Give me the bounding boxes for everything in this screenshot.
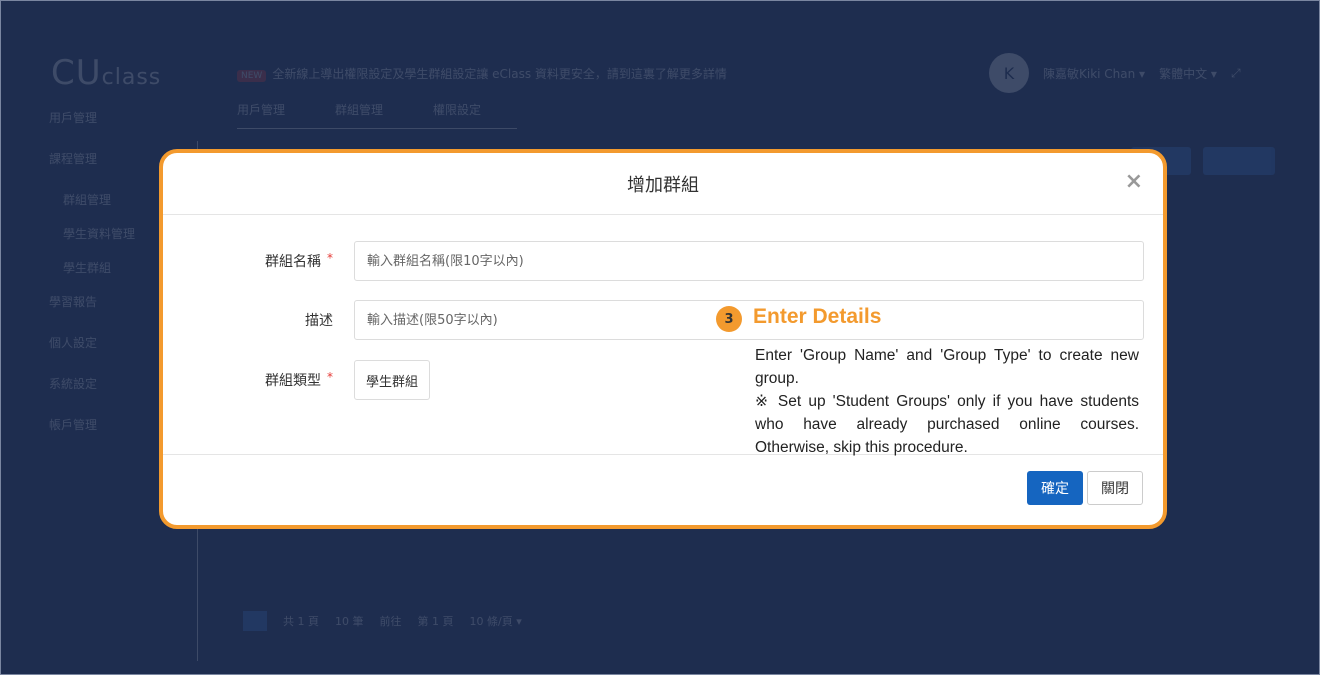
user-menu: K 陳嘉敏Kiki Chan ▾ 繁體中文 ▾ ⤢ [989,53,1241,93]
bg-sidebar-item: 系統設定 [49,377,98,391]
bg-sidebar-item: 學生群組 [63,261,112,275]
close-button[interactable]: 關閉 [1087,471,1143,505]
bg-sidebar-item: 用戶管理 [49,111,98,125]
modal-footer: 確定 關閉 [163,454,1163,525]
annotation-line: Enter 'Group Name' and 'Group Type' to c… [755,347,1139,387]
group-type-label: 群組類型 * [265,370,333,389]
bg-sidebar-item: 帳戶管理 [49,418,98,432]
bg-sidebar-item: 個人設定 [49,336,98,350]
add-group-modal: 增加群組 × 群組名稱* 描述 群組類型* 學生群組 確定 關閉 [159,149,1167,529]
required-mark: * [327,370,333,384]
new-badge: NEW [237,70,267,82]
description-input[interactable] [354,300,1144,340]
group-name-label: 群組名稱 * [265,251,333,270]
group-name-row: 群組名稱 * [163,241,1163,281]
group-name-input[interactable] [354,241,1144,281]
bg-button [1203,147,1275,175]
required-mark: * [327,251,333,265]
cuclass-logo: CUclass [51,53,162,93]
bg-sidebar-item: 群組管理 [63,193,112,207]
bg-tab: 權限設定 [433,103,482,117]
user-name: 陳嘉敏Kiki Chan ▾ [1043,66,1146,81]
background-sidebar: 用戶管理 課程管理 群組管理 學生資料管理 學生群組 學習報告 個人設定 系統設… [49,109,135,457]
step-badge: 3 [716,306,742,332]
avatar: K [989,53,1029,93]
bg-sidebar-item: 學習報告 [49,295,98,309]
annotation-title: Enter Details [753,305,882,328]
screen-frame: CUclass NEW 全新線上導出權限設定及學生群組設定讓 eClass 資料更… [0,0,1320,675]
bg-page-number [243,611,267,631]
background-tabs: 用戶管理 群組管理 權限設定 [237,101,517,129]
description-label: 描述 [305,313,333,329]
notice-banner: NEW 全新線上導出權限設定及學生群組設定讓 eClass 資料更安全，請到這裏了… [237,65,727,82]
modal-title: 增加群組 [627,174,699,196]
annotation-text: Enter 'Group Name' and 'Group Type' to c… [755,344,1139,459]
close-icon[interactable]: × [1125,171,1143,193]
bg-tab: 群組管理 [335,103,384,117]
confirm-button[interactable]: 確定 [1027,471,1083,505]
modal-header: 增加群組 × [163,153,1163,215]
description-row: 描述 [163,300,1163,340]
expand-icon: ⤢ [1230,65,1241,80]
bg-sidebar-item: 課程管理 [49,152,98,166]
bg-tab: 用戶管理 [237,103,286,117]
language-select: 繁體中文 ▾ [1159,66,1217,81]
bg-sidebar-item: 學生資料管理 [63,227,136,241]
annotation-line: ※ Set up 'Student Groups' only if you ha… [755,393,1139,456]
student-group-option[interactable]: 學生群組 [354,360,431,400]
bg-pagination: 共 1 頁 10 筆 前往 第 1 頁 10 條/頁 ▾ [243,611,522,631]
